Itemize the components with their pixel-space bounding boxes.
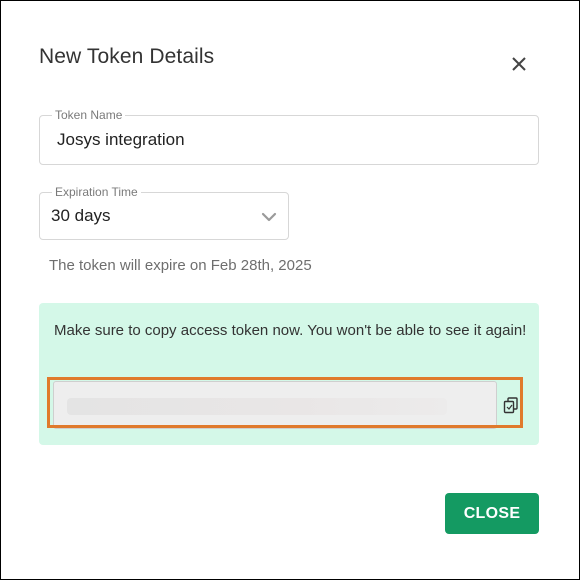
token-highlight-box: [47, 377, 523, 428]
token-name-field[interactable]: Token Name Josys integration: [39, 108, 539, 165]
close-button[interactable]: CLOSE: [445, 493, 539, 534]
token-name-value[interactable]: Josys integration: [57, 130, 185, 150]
token-notice-panel: Make sure to copy access token now. You …: [39, 303, 539, 445]
copy-icon[interactable]: [502, 396, 520, 414]
expiration-label: Expiration Time: [52, 185, 141, 199]
expiration-select[interactable]: Expiration Time 30 days: [39, 185, 289, 240]
close-icon[interactable]: [506, 51, 532, 77]
chevron-down-icon[interactable]: [260, 209, 278, 225]
expiration-hint: The token will expire on Feb 28th, 2025: [49, 257, 312, 274]
new-token-dialog: New Token Details Token Name Josys integ…: [0, 0, 580, 580]
token-name-label: Token Name: [52, 108, 126, 122]
expiration-value[interactable]: 30 days: [51, 206, 111, 226]
notice-message: Make sure to copy access token now. You …: [54, 322, 527, 339]
dialog-title: New Token Details: [39, 45, 215, 68]
